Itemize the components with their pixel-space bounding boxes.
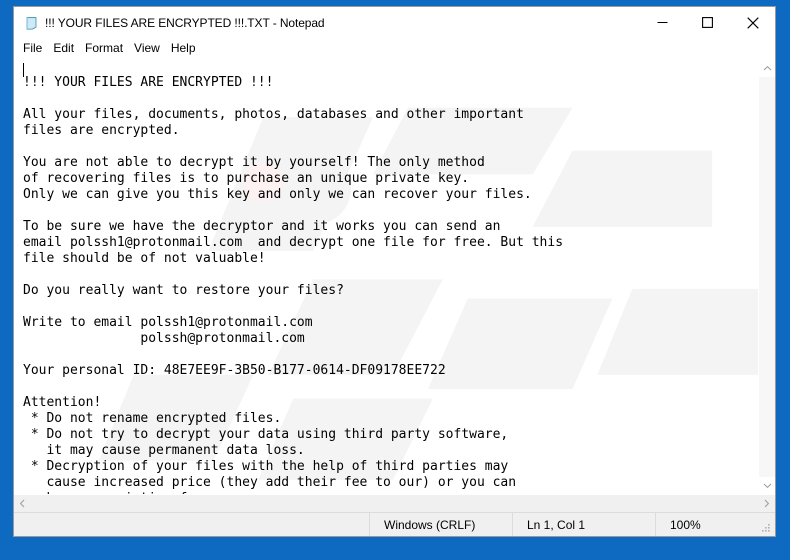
maximize-button[interactable] [685,7,730,38]
status-cursor-position: Ln 1, Col 1 [512,513,655,536]
status-bar-spacer [14,513,369,536]
menu-item-format[interactable]: Format [85,38,129,59]
close-button[interactable] [730,7,775,38]
vertical-scrollbar[interactable] [758,60,775,494]
document-text: !!! YOUR FILES ARE ENCRYPTED !!! All you… [23,75,564,494]
resize-grip-icon[interactable] [760,522,772,534]
status-zoom-level: 100% [655,513,775,536]
menu-bar: File Edit Format View Help [14,38,775,59]
window-controls [640,7,775,38]
menu-item-file[interactable]: File [23,38,48,59]
menu-item-help[interactable]: Help [171,38,202,59]
chevron-down-icon[interactable] [759,477,775,494]
menu-item-view[interactable]: View [134,38,166,59]
status-bar: Windows (CRLF) Ln 1, Col 1 100% [14,512,775,536]
horizontal-scrollbar[interactable] [14,494,775,512]
chevron-up-icon[interactable] [759,60,775,77]
title-bar-left: !!! YOUR FILES ARE ENCRYPTED !!!.TXT - N… [14,15,325,31]
title-bar[interactable]: !!! YOUR FILES ARE ENCRYPTED !!!.TXT - N… [14,7,775,38]
minimize-button[interactable] [640,7,685,38]
desktop-background: !!! YOUR FILES ARE ENCRYPTED !!!.TXT - N… [0,0,790,560]
window-title: !!! YOUR FILES ARE ENCRYPTED !!!.TXT - N… [45,15,325,30]
chevron-left-icon[interactable] [14,495,31,512]
status-line-ending: Windows (CRLF) [369,513,512,536]
menu-item-edit[interactable]: Edit [53,38,80,59]
vertical-scrollbar-track[interactable] [759,77,775,477]
chevron-right-icon[interactable] [758,495,775,512]
editor-area: !!! YOUR FILES ARE ENCRYPTED !!! All you… [14,59,775,494]
notepad-window: !!! YOUR FILES ARE ENCRYPTED !!!.TXT - N… [13,6,776,537]
text-editor[interactable]: !!! YOUR FILES ARE ENCRYPTED !!! All you… [14,60,758,494]
notepad-icon [24,15,40,31]
text-caret [23,63,24,77]
